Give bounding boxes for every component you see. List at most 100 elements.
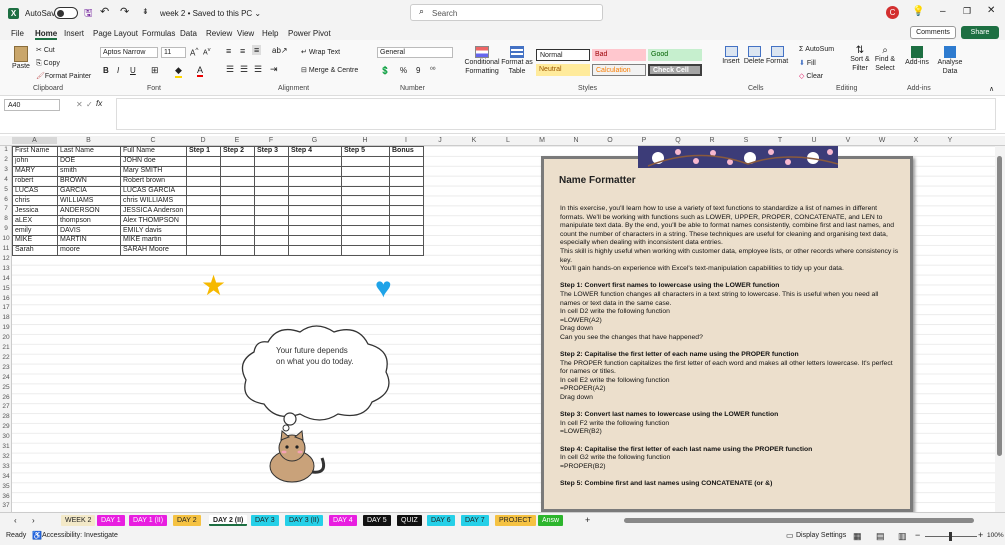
clear-button[interactable]: ◇ Clear [799,72,823,81]
row-header[interactable]: 26 [0,394,12,401]
table-header-cell[interactable]: Step 3 [254,146,289,157]
row-header[interactable]: 31 [0,443,12,450]
menu-review[interactable]: Review [206,29,232,38]
table-cell[interactable] [389,205,424,217]
orientation-icon[interactable]: ab↗ [272,46,288,55]
row-header[interactable]: 3 [0,166,12,173]
table-cell[interactable] [254,244,289,256]
table-cell[interactable] [341,205,390,217]
align-center-icon[interactable]: ☰ [240,64,248,75]
column-header-m[interactable]: M [525,137,559,144]
table-cell[interactable]: robert [12,175,58,187]
addins-button[interactable]: Add-ins [904,46,930,67]
table-cell[interactable] [220,205,255,217]
vertical-scroll-thumb[interactable] [997,156,1002,456]
table-cell[interactable]: chris [12,195,58,207]
undo-icon[interactable]: ↶ [100,5,109,18]
table-cell[interactable] [341,215,390,227]
align-top-icon[interactable]: ≡ [226,46,231,56]
paste-button[interactable]: Paste [10,46,32,71]
column-header-h[interactable]: H [341,137,389,144]
column-header-w[interactable]: W [865,137,899,144]
table-cell[interactable] [220,215,255,227]
find-select-button[interactable]: ⌕ Find & Select [873,46,897,73]
sheet-tab[interactable]: DAY 3 [251,515,279,526]
scroll-right-icon[interactable]: › [32,516,35,525]
table-cell[interactable]: MARY [12,165,58,177]
table-cell[interactable] [341,244,390,256]
zoom-slider[interactable] [925,532,977,541]
table-cell[interactable] [288,155,342,167]
display-settings-icon[interactable]: ▭ [786,531,794,540]
accessibility-status[interactable]: Accessibility: Investigate [42,532,118,539]
row-header[interactable]: 9 [0,225,12,232]
grow-font-icon[interactable]: A^ [190,47,198,58]
copy-button[interactable]: ⎘ Copy [36,59,60,68]
wrap-text-button[interactable]: ↵ Wrap Text [301,48,340,57]
sheet-tab[interactable]: Answ [538,515,564,526]
align-left-icon[interactable]: ☰ [226,64,234,75]
table-cell[interactable] [389,175,424,187]
column-header-u[interactable]: U [797,137,831,144]
row-header[interactable]: 5 [0,186,12,193]
vertical-scrollbar[interactable] [995,146,1005,512]
row-header[interactable]: 13 [0,265,12,272]
menu-power-pivot[interactable]: Power Pivot [288,29,331,38]
column-header-n[interactable]: N [559,137,593,144]
cancel-icon[interactable]: ✕ [76,100,83,109]
table-cell[interactable] [389,165,424,177]
redo-icon[interactable]: ↷ [120,5,129,18]
column-header-c[interactable]: C [120,137,186,144]
menu-view[interactable]: View [237,29,254,38]
table-cell[interactable]: ANDERSON [57,205,121,217]
style-bad[interactable]: Bad [592,49,646,61]
formula-input[interactable] [116,98,996,130]
sheet-tab[interactable]: DAY 4 [329,515,357,526]
percent-icon[interactable]: % [400,66,407,75]
table-cell[interactable] [254,225,289,237]
save-icon[interactable]: 🖫 [84,6,93,23]
table-cell[interactable] [220,225,255,237]
underline-icon[interactable]: U [130,66,136,75]
align-middle-icon[interactable]: ≡ [240,46,245,56]
row-header[interactable]: 30 [0,433,12,440]
row-header[interactable]: 15 [0,285,12,292]
sheet-tab[interactable]: PROJECT [495,515,536,526]
normal-view-icon[interactable]: ▦ [853,531,862,542]
page-break-view-icon[interactable]: ▥ [898,531,907,542]
display-settings[interactable]: Display Settings [796,532,846,539]
menu-home[interactable]: Home [35,29,58,40]
format-button[interactable]: Format [766,46,788,66]
column-header-f[interactable]: F [254,137,288,144]
sheet-tab[interactable]: QUIZ [397,515,422,526]
menu-data[interactable]: Data [180,29,197,38]
table-cell[interactable] [341,175,390,187]
row-header[interactable]: 17 [0,304,12,311]
table-cell[interactable] [389,195,424,207]
zoom-in-icon[interactable]: + [978,530,983,540]
table-cell[interactable]: GARCIA [57,185,121,197]
table-cell[interactable] [186,225,221,237]
table-cell[interactable] [288,185,342,197]
table-cell[interactable]: JOHN doe [120,155,187,167]
table-header-cell[interactable]: Last Name [57,146,121,157]
table-cell[interactable]: Robert brown [120,175,187,187]
row-header[interactable]: 19 [0,324,12,331]
row-header[interactable]: 10 [0,235,12,242]
fill-color-icon[interactable]: ◆ [175,65,182,78]
table-cell[interactable] [288,225,342,237]
menu-page-layout[interactable]: Page Layout [93,29,138,38]
row-header[interactable]: 21 [0,344,12,351]
table-cell[interactable]: LUCAS [12,185,58,197]
table-cell[interactable]: john [12,155,58,167]
column-header-r[interactable]: R [695,137,729,144]
row-header[interactable]: 16 [0,295,12,302]
italic-icon[interactable]: I [117,66,119,75]
column-header-y[interactable]: Y [933,137,967,144]
column-header-a[interactable]: A [12,137,57,144]
align-right-icon[interactable]: ☰ [254,64,262,75]
table-cell[interactable] [220,235,255,246]
autosave-toggle[interactable] [54,7,78,19]
accessibility-icon[interactable]: ♿ [32,531,42,540]
table-header-cell[interactable]: Step 2 [220,146,255,157]
